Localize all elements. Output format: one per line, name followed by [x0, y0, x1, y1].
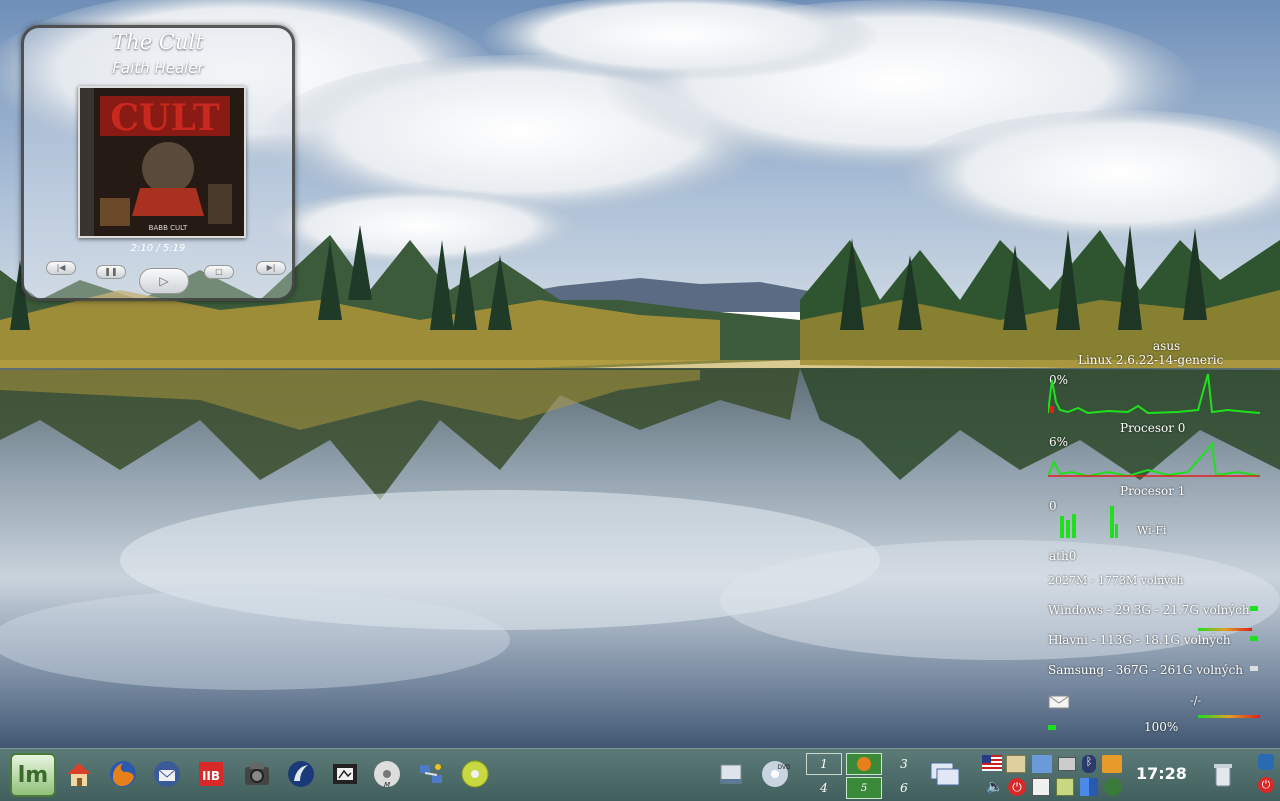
- workspace-5[interactable]: 5: [846, 777, 882, 799]
- workspace-3[interactable]: 3: [886, 753, 922, 775]
- wifi-label: Wi-Fi: [1137, 524, 1167, 537]
- network-tray-icon[interactable]: [1032, 755, 1052, 773]
- mail-status: -/-: [1190, 694, 1202, 707]
- workspace-2[interactable]: [846, 753, 882, 775]
- stop-button[interactable]: □: [204, 265, 234, 279]
- svg-text:DVD: DVD: [777, 764, 790, 771]
- mint-menu-icon[interactable]: lm: [10, 753, 56, 797]
- shutdown-icon[interactable]: ⏻: [1008, 778, 1026, 796]
- cpu0-label: Procesor 0: [1120, 421, 1186, 435]
- network-interface: ath0: [1049, 549, 1077, 563]
- memory-usage: 2027M - 1773M volných: [1048, 574, 1184, 587]
- workspace-1[interactable]: 1: [806, 753, 842, 775]
- player-artist: The Cult: [112, 30, 204, 54]
- player-track-title: Faith Healer: [112, 59, 204, 77]
- play-icon: ▷: [159, 274, 169, 288]
- taskbar: lm IIB M DVD 1 3 4 5 6 ᛒ 🔈 ⏻ 17:28 ⏻: [0, 748, 1280, 801]
- volume-icon[interactable]: 🔈: [986, 779, 1003, 795]
- disk-windows-bar: [1250, 606, 1258, 611]
- firefox-icon[interactable]: [106, 757, 140, 791]
- clock[interactable]: 17:28: [1136, 764, 1187, 783]
- disk-hlavni-bar: [1250, 636, 1258, 641]
- previous-button[interactable]: |◀: [46, 261, 76, 275]
- system-tray: ᛒ 🔈 ⏻: [982, 753, 1128, 797]
- drive-icon[interactable]: [714, 757, 748, 791]
- logout-icon[interactable]: ⏻: [1258, 777, 1274, 793]
- disk-samsung: Samsung - 367G - 261G volných: [1048, 663, 1244, 677]
- battery-percent: 100%: [1144, 720, 1179, 734]
- pause-button[interactable]: ❚❚: [96, 265, 126, 279]
- disk-hlavni: Hlavni - 113G - 18.1G volných: [1048, 633, 1231, 647]
- svg-text:IIB: IIB: [202, 769, 220, 783]
- disk-windows: Windows - 29.3G - 21.7G volných: [1048, 603, 1250, 617]
- thunderbird-icon[interactable]: [150, 757, 184, 791]
- media-player-icon[interactable]: M: [370, 757, 404, 791]
- next-button[interactable]: ▶|: [256, 261, 286, 275]
- printer-icon[interactable]: [1058, 757, 1076, 771]
- image-icon[interactable]: [1006, 755, 1026, 773]
- stop-icon: □: [215, 267, 223, 276]
- disk-bar: [1198, 628, 1252, 631]
- play-button[interactable]: ▷: [139, 268, 189, 294]
- album-text: BABB CULT: [149, 224, 188, 232]
- hostname: asus: [1153, 339, 1181, 353]
- disk-samsung-bar: [1250, 666, 1258, 671]
- previous-icon: |◀: [56, 263, 66, 272]
- player-time: 2:10 / 5:19: [130, 243, 186, 254]
- mail-icon: [1048, 695, 1070, 709]
- workspace-6[interactable]: 6: [886, 777, 922, 799]
- media-player-widget: The Cult Faith Healer CULT BABB CULT 2:1…: [21, 25, 295, 301]
- video-editor-icon[interactable]: [328, 757, 362, 791]
- workspace-pager: 1 3 4 5 6: [806, 751, 924, 799]
- wifi-graph: [1060, 506, 1118, 538]
- kernel-version: Linux 2.6.22-14-generic: [1078, 353, 1224, 367]
- battery-indicator: [1048, 725, 1056, 730]
- next-icon: ▶|: [266, 263, 276, 272]
- battery-meter: [1198, 715, 1260, 718]
- trash-icon[interactable]: [1206, 757, 1240, 791]
- home-folder-icon[interactable]: [62, 757, 96, 791]
- workspace-4[interactable]: 4: [806, 777, 842, 799]
- firefox-window-icon: [857, 757, 871, 771]
- dvd-icon[interactable]: DVD: [758, 757, 792, 791]
- cpu1-graph: [1048, 442, 1260, 478]
- image-viewer-icon[interactable]: [240, 757, 274, 791]
- folder-tray-icon[interactable]: [1102, 755, 1122, 773]
- cpu0-graph: [1048, 373, 1260, 414]
- notes-icon[interactable]: [1032, 778, 1050, 796]
- network-config-icon[interactable]: [414, 757, 448, 791]
- pause-icon: ❚❚: [104, 267, 118, 276]
- clipboard-icon[interactable]: [1056, 778, 1074, 796]
- cpu1-label: Procesor 1: [1120, 484, 1186, 498]
- update-icon[interactable]: [1104, 778, 1122, 796]
- svg-text:CULT: CULT: [110, 97, 219, 139]
- system-monitor: asus Linux 2.6.22-14-generic 0% Procesor…: [1040, 338, 1280, 738]
- show-desktop-icon[interactable]: [928, 757, 962, 791]
- bluetooth-icon[interactable]: ᛒ: [1082, 755, 1096, 773]
- album-cover: CULT BABB CULT: [78, 86, 246, 238]
- flag-icon[interactable]: [982, 755, 1002, 771]
- disc-burner-icon[interactable]: [458, 757, 492, 791]
- network-icon[interactable]: [284, 757, 318, 791]
- pdf-reader-icon[interactable]: IIB: [194, 757, 228, 791]
- lock-icon[interactable]: [1258, 754, 1274, 770]
- svg-text:M: M: [384, 781, 390, 789]
- signal-icon[interactable]: [1080, 778, 1098, 796]
